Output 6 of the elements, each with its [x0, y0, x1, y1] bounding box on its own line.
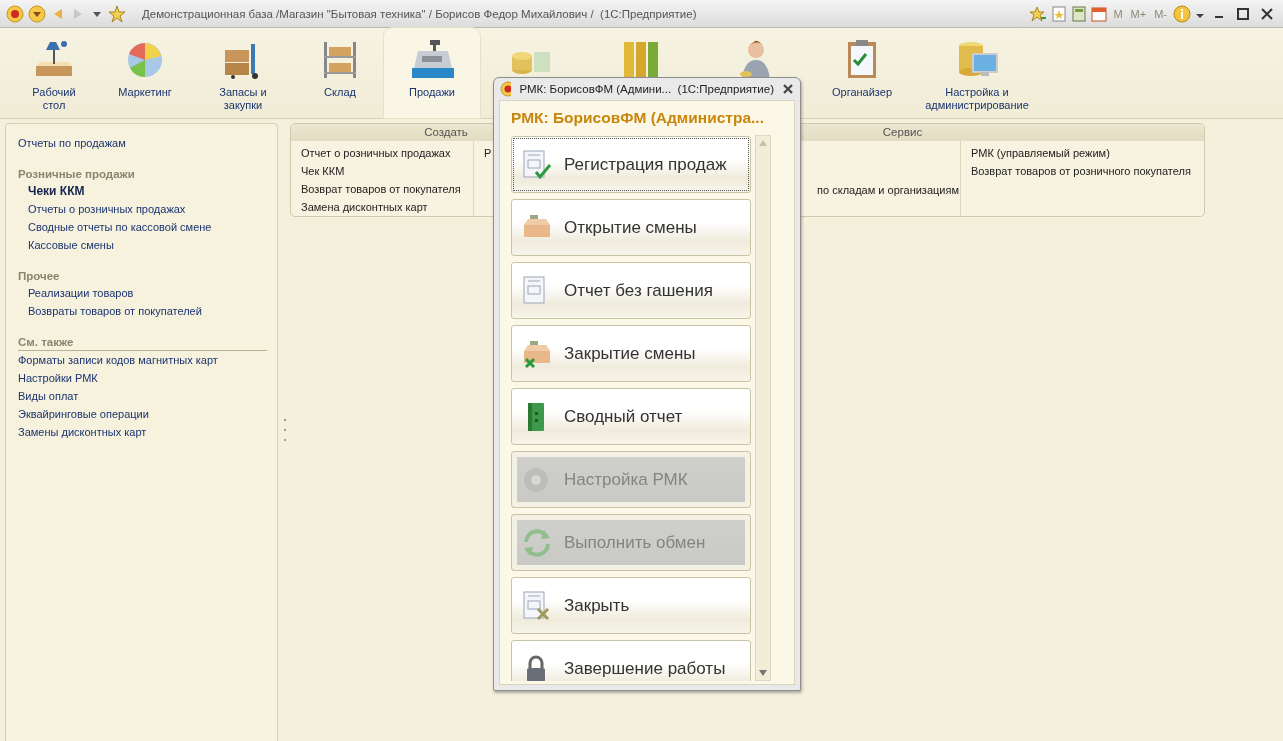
dialog-heading: РМК: БорисовФМ (Администра...	[511, 109, 765, 127]
nav-group-heading: См. также	[18, 334, 267, 351]
dialog-title: РМК: БорисовФМ (Админи... (1С:Предприятие)	[519, 83, 774, 95]
nav-group-heading: Розничные продажи	[18, 167, 136, 182]
window-title: Демонстрационная база /Магазин "Бытовая техника" / Борисов Федор Михайлович / (1С:Предприятие)	[142, 7, 698, 20]
nav-group-heading: Прочее	[18, 269, 61, 284]
